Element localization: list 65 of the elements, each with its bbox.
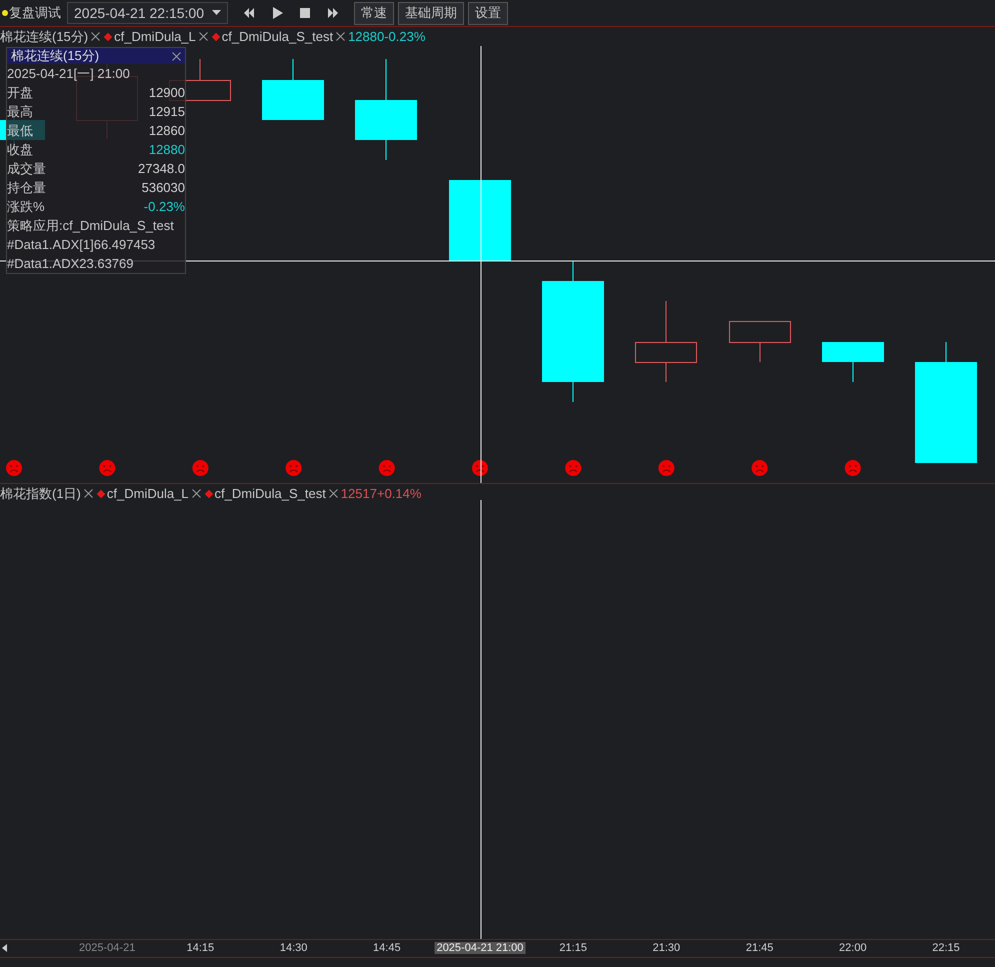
tooltip-line: #Data1.ADX23.63769 xyxy=(7,256,134,271)
scroll-left-icon[interactable] xyxy=(2,944,7,952)
field-value: -0.23% xyxy=(144,199,185,214)
axis-label: 2025-04-21 21:00 xyxy=(434,942,526,954)
strategy-name[interactable]: cf_DmiDula_L xyxy=(114,29,196,44)
field-label: 最高 xyxy=(7,102,33,120)
chart-symbol: 棉花指数(1日) xyxy=(0,484,81,502)
axis-label: 2025-04-21 xyxy=(79,942,136,954)
field-value: 536030 xyxy=(142,180,185,195)
axis-label: 21:45 xyxy=(746,942,774,954)
replay-title: 复盘调试 xyxy=(9,4,61,22)
sad-face-icon xyxy=(565,460,582,476)
quote-change: 12880-0.23% xyxy=(348,29,426,44)
strategy-name[interactable]: cf_DmiDula_S_test xyxy=(214,486,326,501)
sad-face-icon xyxy=(658,460,674,476)
axis-label: 22:00 xyxy=(839,942,867,954)
close-icon[interactable] xyxy=(328,489,338,498)
close-icon[interactable] xyxy=(198,32,208,41)
tooltip-line: #Data1.ADX[1]66.497453 xyxy=(7,237,156,252)
tooltip-date: 2025-04-21[一] 21:00 xyxy=(7,64,130,82)
axis-label: 14:45 xyxy=(373,942,401,954)
chart-symbol: 棉花连续(15分) xyxy=(0,28,88,46)
datetime-dropdown[interactable]: 2025-04-21 22:15:00 xyxy=(67,2,228,24)
field-label: 最低 xyxy=(7,122,33,140)
field-label: 涨跌% xyxy=(7,198,45,216)
axis-label: 22:15 xyxy=(932,942,960,954)
field-value: 12880 xyxy=(148,142,185,157)
tooltip-title: 棉花连续(15分) xyxy=(11,47,100,65)
sad-face-icon xyxy=(286,460,302,476)
candlestick xyxy=(822,342,884,382)
sad-face-icon xyxy=(99,460,116,476)
close-icon[interactable] xyxy=(91,32,100,41)
sad-face-icon xyxy=(844,460,861,476)
field-value: 12900 xyxy=(148,85,185,100)
sad-face-icon xyxy=(192,460,208,476)
field-label: 持仓量 xyxy=(7,178,46,196)
field-value: 12860 xyxy=(148,123,185,138)
field-label: 开盘 xyxy=(7,84,33,102)
field-value: 12915 xyxy=(148,104,185,119)
status-dot-icon xyxy=(2,10,8,16)
strategy-name[interactable]: cf_DmiDula_L xyxy=(106,486,189,501)
close-icon[interactable] xyxy=(192,489,201,498)
close-icon[interactable] xyxy=(84,489,93,498)
sad-face-icon xyxy=(752,460,768,476)
close-icon[interactable] xyxy=(336,32,346,41)
field-value: 27348.0 xyxy=(138,161,185,176)
caret-icon xyxy=(212,10,221,16)
tooltip-line: 策略应用:cf_DmiDula_S_test xyxy=(7,216,174,234)
axis-label: 21:15 xyxy=(559,942,587,954)
sad-face-icon xyxy=(378,460,395,476)
toolbar-button[interactable]: 设置 xyxy=(468,2,508,24)
field-label: 收盘 xyxy=(7,140,33,158)
sad-face-icon xyxy=(6,460,22,476)
toolbar-button[interactable]: 基础周期 xyxy=(398,2,464,24)
strategy-name[interactable]: cf_DmiDula_S_test xyxy=(222,29,334,44)
axis-label: 14:15 xyxy=(186,942,214,954)
axis-label: 14:30 xyxy=(280,942,308,954)
axis-label: 21:30 xyxy=(652,942,680,954)
quote-change: 12517+0.14% xyxy=(340,486,422,501)
close-icon[interactable] xyxy=(172,52,181,60)
sad-face-icon xyxy=(472,460,488,476)
candlestick xyxy=(729,320,791,362)
toolbar-button[interactable]: 常速 xyxy=(354,2,394,24)
field-label: 成交量 xyxy=(7,160,46,178)
candlestick xyxy=(262,58,324,120)
